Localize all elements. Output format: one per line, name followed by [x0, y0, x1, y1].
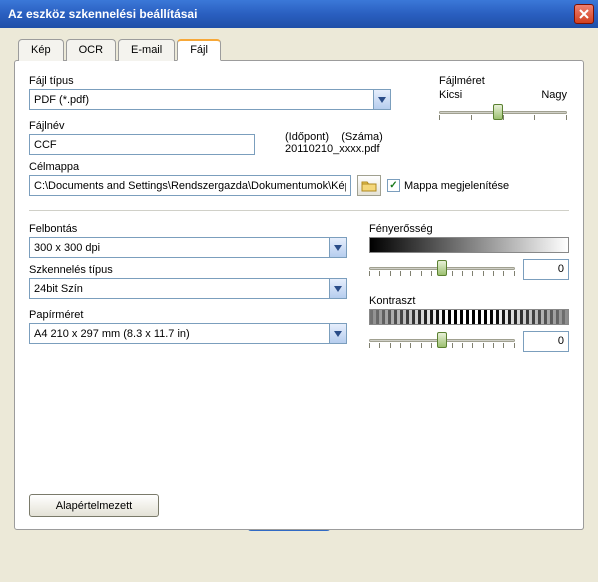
resolution-value: 300 x 300 dpi — [29, 237, 329, 258]
tab-panel: Fájlméret Kicsi Nagy Fájl típus PDF (*.p… — [14, 60, 584, 530]
filename-example: 20110210_xxxx.pdf — [285, 143, 383, 155]
defaults-button[interactable]: Alapértelmezett — [29, 494, 159, 517]
resolution-select[interactable]: 300 x 300 dpi — [29, 237, 349, 258]
scantype-label: Szkennelés típus — [29, 264, 349, 276]
chevron-down-icon — [334, 331, 342, 337]
scantype-value: 24bit Szín — [29, 278, 329, 299]
filetype-value: PDF (*.pdf) — [29, 89, 373, 110]
filesize-small-label: Kicsi — [439, 89, 462, 101]
filesize-label: Fájlméret — [439, 75, 567, 87]
filename-label: Fájlnév — [29, 120, 255, 132]
chevron-down-icon — [334, 245, 342, 251]
filesize-slider[interactable] — [439, 101, 567, 125]
brightness-label: Fényerősség — [369, 223, 569, 235]
resolution-label: Felbontás — [29, 223, 349, 235]
dropdown-button[interactable] — [329, 237, 347, 258]
show-folder-checkbox[interactable]: ✓ Mappa megjelenítése — [387, 179, 509, 192]
folder-path-input[interactable] — [29, 175, 351, 196]
chevron-down-icon — [334, 286, 342, 292]
chevron-down-icon — [378, 97, 386, 103]
contrast-label: Kontraszt — [369, 295, 569, 307]
tab-bar: Kép OCR E-mail Fájl — [18, 38, 584, 60]
close-button[interactable] — [574, 4, 594, 24]
folder-label: Célmappa — [29, 161, 569, 173]
folder-icon — [361, 179, 377, 192]
tab-ocr[interactable]: OCR — [66, 39, 116, 61]
window-title: Az eszköz szkennelési beállításai — [8, 7, 574, 21]
titlebar: Az eszköz szkennelési beállításai — [0, 0, 598, 28]
contrast-slider[interactable] — [369, 329, 515, 353]
filesize-group: Fájlméret Kicsi Nagy — [439, 75, 567, 125]
divider — [29, 210, 569, 211]
brightness-slider[interactable] — [369, 257, 515, 281]
paper-select[interactable]: A4 210 x 297 mm (8.3 x 11.7 in) — [29, 323, 349, 344]
dropdown-button[interactable] — [329, 278, 347, 299]
browse-folder-button[interactable] — [357, 175, 381, 196]
show-folder-label: Mappa megjelenítése — [404, 180, 509, 192]
tab-image[interactable]: Kép — [18, 39, 64, 61]
filename-pattern-info: (Időpont) (Száma) 20110210_xxxx.pdf — [285, 131, 383, 155]
scantype-select[interactable]: 24bit Szín — [29, 278, 349, 299]
checkbox-icon: ✓ — [387, 179, 400, 192]
client-area: Kép OCR E-mail Fájl Fájlméret Kicsi Nagy… — [0, 28, 598, 540]
close-icon — [579, 9, 589, 19]
paper-value: A4 210 x 297 mm (8.3 x 11.7 in) — [29, 323, 329, 344]
contrast-pattern — [369, 309, 569, 325]
dropdown-button[interactable] — [329, 323, 347, 344]
brightness-gradient — [369, 237, 569, 253]
filename-input[interactable] — [29, 134, 255, 155]
filesize-large-label: Nagy — [541, 89, 567, 101]
filetype-select[interactable]: PDF (*.pdf) — [29, 89, 391, 110]
dropdown-button[interactable] — [373, 89, 391, 110]
tab-email[interactable]: E-mail — [118, 39, 175, 61]
filetype-label: Fájl típus — [29, 75, 391, 87]
brightness-value[interactable] — [523, 259, 569, 280]
tab-file[interactable]: Fájl — [177, 39, 221, 61]
contrast-value[interactable] — [523, 331, 569, 352]
paper-label: Papírméret — [29, 309, 349, 321]
